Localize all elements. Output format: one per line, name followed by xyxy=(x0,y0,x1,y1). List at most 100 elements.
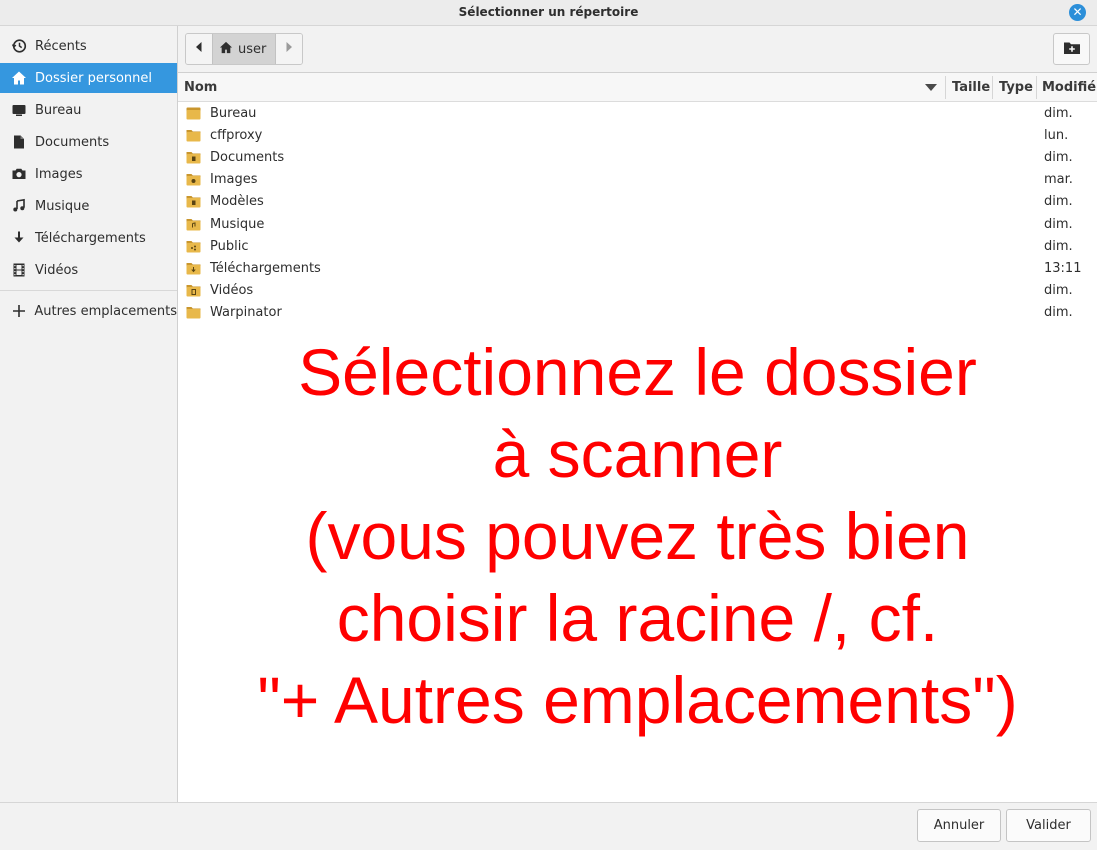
sidebar-item-home[interactable]: Dossier personnel xyxy=(0,63,177,93)
column-divider xyxy=(945,76,946,99)
folder-music-icon xyxy=(186,218,201,231)
sidebar-item-label: Documents xyxy=(35,134,110,150)
file-name: Images xyxy=(210,172,258,188)
table-row[interactable]: Modèles dim. xyxy=(178,191,1097,213)
column-header: Nom Taille Type Modifié xyxy=(178,73,1097,102)
column-size-label: Taille xyxy=(952,80,991,95)
file-modified: lun. xyxy=(1044,128,1069,144)
sidebar-item-desktop[interactable]: Bureau xyxy=(0,95,177,125)
annotation-line: (vous pouvez très bien xyxy=(305,499,970,573)
sidebar-item-videos[interactable]: Vidéos xyxy=(0,255,177,285)
file-list: Nom Taille Type Modifié Bureau dim. cffpro… xyxy=(178,72,1097,802)
places-sidebar: Récents Dossier personnel Bureau Documen… xyxy=(0,26,178,802)
column-type[interactable]: Type xyxy=(999,73,1033,102)
file-modified: 13:11 xyxy=(1044,260,1082,276)
file-modified: dim. xyxy=(1044,150,1073,166)
table-row[interactable]: Public dim. xyxy=(178,236,1097,258)
table-row[interactable]: cffproxy lun. xyxy=(178,125,1097,147)
sidebar-item-other-locations[interactable]: Autres emplacements xyxy=(0,296,177,326)
path-scroll-left-button[interactable] xyxy=(186,34,212,64)
sidebar-item-label: Bureau xyxy=(35,102,82,118)
sidebar-item-label: Téléchargements xyxy=(35,230,146,246)
clock-icon xyxy=(10,37,28,55)
sidebar-item-downloads[interactable]: Téléchargements xyxy=(0,223,177,253)
table-row[interactable]: Téléchargements 13:11 xyxy=(178,258,1097,280)
sidebar-item-images[interactable]: Images xyxy=(0,159,177,189)
folder-icon xyxy=(186,129,201,142)
column-divider xyxy=(992,76,993,99)
table-row[interactable]: Documents dim. xyxy=(178,147,1097,169)
table-row[interactable]: Warpinator dim. xyxy=(178,302,1097,324)
file-name: Musique xyxy=(210,216,265,232)
sidebar-item-label: Autres emplacements xyxy=(34,303,177,319)
folder-icon xyxy=(186,306,201,319)
home-icon xyxy=(219,41,233,58)
sidebar-divider xyxy=(0,290,177,291)
chevron-right-icon xyxy=(284,41,294,57)
column-modified[interactable]: Modifié xyxy=(1042,73,1096,102)
chevron-left-icon xyxy=(194,41,204,57)
new-folder-icon xyxy=(1063,40,1081,59)
folder-public-icon xyxy=(186,240,201,253)
file-modified: dim. xyxy=(1044,238,1073,254)
breadcrumb: user xyxy=(185,33,303,65)
file-name: Modèles xyxy=(210,194,264,210)
file-name: Warpinator xyxy=(210,304,282,320)
camera-icon xyxy=(10,165,28,183)
file-name: Public xyxy=(210,238,249,254)
file-name: Téléchargements xyxy=(210,260,321,276)
column-size[interactable]: Taille xyxy=(952,73,990,102)
path-scroll-right-button[interactable] xyxy=(276,34,302,64)
home-icon xyxy=(10,69,28,87)
folder-pictures-icon xyxy=(186,173,201,186)
table-row[interactable]: Musique dim. xyxy=(178,214,1097,236)
title-bar: Sélectionner un répertoire ✕ xyxy=(0,0,1097,26)
music-icon xyxy=(10,197,28,215)
download-icon xyxy=(10,229,28,247)
folder-videos-icon xyxy=(186,284,201,297)
folder-documents-icon xyxy=(186,151,201,164)
sort-descending-icon xyxy=(925,84,937,91)
file-name: Vidéos xyxy=(210,282,254,298)
sidebar-item-label: Images xyxy=(35,166,83,182)
breadcrumb-label: user xyxy=(238,41,267,57)
table-row[interactable]: Images mar. xyxy=(178,169,1097,191)
folder-download-icon xyxy=(186,262,201,275)
folder-desktop-icon xyxy=(186,107,201,120)
cancel-button[interactable]: Annuler xyxy=(917,809,1001,842)
table-row[interactable]: Vidéos dim. xyxy=(178,280,1097,302)
column-divider xyxy=(1036,76,1037,99)
document-icon xyxy=(10,133,28,151)
column-type-label: Type xyxy=(999,80,1033,95)
desktop-icon xyxy=(10,101,28,119)
file-modified: mar. xyxy=(1044,172,1073,188)
sidebar-item-label: Musique xyxy=(35,198,90,214)
column-name[interactable]: Nom xyxy=(184,73,944,102)
breadcrumb-home[interactable]: user xyxy=(212,34,276,64)
sidebar-item-documents[interactable]: Documents xyxy=(0,127,177,157)
video-icon xyxy=(10,261,28,279)
folder-templates-icon xyxy=(186,195,201,208)
confirm-button[interactable]: Valider xyxy=(1006,809,1091,842)
sidebar-item-label: Récents xyxy=(35,38,87,54)
file-name: Bureau xyxy=(210,106,257,121)
close-button[interactable]: ✕ xyxy=(1069,4,1086,21)
file-modified: dim. xyxy=(1044,194,1073,210)
sidebar-item-recents[interactable]: Récents xyxy=(0,31,177,61)
file-chooser-dialog: Sélectionner un répertoire ✕ Récents Dos… xyxy=(0,0,1097,850)
dialog-actions: Annuler Valider xyxy=(0,802,1097,850)
table-row[interactable]: Bureau dim. xyxy=(178,103,1097,125)
sidebar-item-music[interactable]: Musique xyxy=(0,191,177,221)
plus-icon xyxy=(10,302,27,320)
column-name-label: Nom xyxy=(184,80,218,95)
annotation-line: "+ Autres emplacements") xyxy=(257,663,1018,737)
annotation-line: choisir la racine /, cf. xyxy=(336,581,939,655)
file-modified: dim. xyxy=(1044,282,1073,298)
sidebar-item-label: Dossier personnel xyxy=(35,70,153,86)
file-name: Documents xyxy=(210,150,285,166)
column-modified-label: Modifié xyxy=(1042,80,1097,95)
path-bar: user xyxy=(178,26,1097,72)
file-name: cffproxy xyxy=(210,128,263,144)
file-modified: dim. xyxy=(1044,216,1073,232)
new-folder-button[interactable] xyxy=(1053,33,1090,65)
